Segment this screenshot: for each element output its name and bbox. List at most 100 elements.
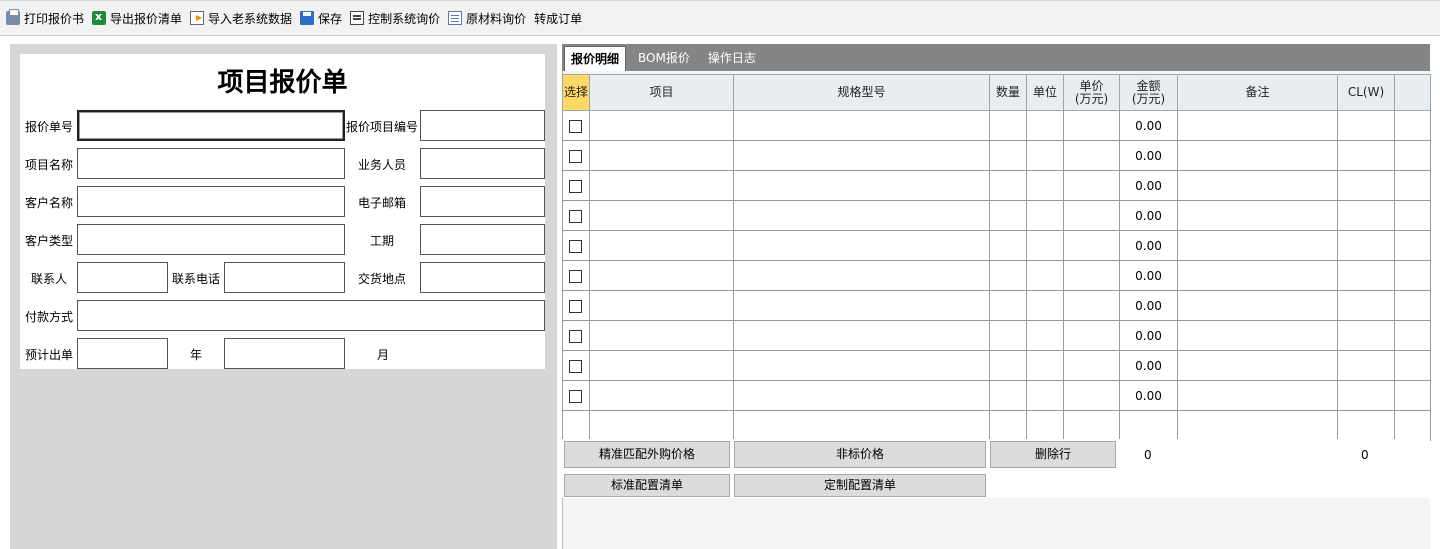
amount-cell[interactable]: 0.00 [1119, 140, 1178, 171]
remark-cell[interactable] [1177, 350, 1338, 381]
column-header-cl[interactable]: CL(W) [1337, 74, 1395, 111]
unit-price-cell[interactable] [1063, 140, 1120, 171]
column-header-unit-price[interactable]: 单价 (万元) [1063, 74, 1120, 111]
export-quote-list-button[interactable]: 导出报价清单 [92, 7, 182, 29]
remark-cell[interactable] [1177, 380, 1338, 411]
spec-cell[interactable] [733, 200, 990, 231]
extra-cell[interactable] [1394, 380, 1431, 411]
print-quote-button[interactable]: 打印报价书 [6, 7, 84, 29]
table-row[interactable]: 0.00 [562, 170, 1431, 201]
cl-cell[interactable] [1337, 230, 1395, 261]
amount-cell[interactable]: 0.00 [1119, 170, 1178, 201]
remark-cell[interactable] [1177, 320, 1338, 351]
item-cell[interactable] [589, 260, 734, 291]
table-row[interactable]: 0.00 [562, 260, 1431, 291]
extra-cell[interactable] [1394, 230, 1431, 261]
select-cell[interactable] [562, 410, 590, 441]
table-row[interactable]: 0.00 [562, 140, 1431, 171]
qty-cell[interactable] [989, 140, 1027, 171]
table-row[interactable]: 0.00 [562, 380, 1431, 411]
expected-order-month-field[interactable] [224, 338, 345, 369]
standard-config-button[interactable]: 标准配置清单 [564, 474, 730, 497]
qty-cell[interactable] [989, 230, 1027, 261]
amount-cell[interactable]: 0.00 [1119, 320, 1178, 351]
save-button[interactable]: 保存 [300, 7, 342, 29]
delete-row-button[interactable]: 删除行 [990, 441, 1116, 468]
qty-cell[interactable] [989, 350, 1027, 381]
item-cell[interactable] [589, 200, 734, 231]
cl-cell[interactable] [1337, 200, 1395, 231]
amount-cell[interactable]: 0.00 [1119, 380, 1178, 411]
spec-cell[interactable] [733, 380, 990, 411]
unit-cell[interactable] [1026, 200, 1064, 231]
row-checkbox[interactable] [569, 209, 582, 223]
unit-cell[interactable] [1026, 320, 1064, 351]
unit-cell[interactable] [1026, 170, 1064, 201]
item-cell[interactable] [589, 140, 734, 171]
unit-price-cell[interactable] [1063, 410, 1120, 441]
spec-cell[interactable] [733, 260, 990, 291]
row-checkbox[interactable] [569, 359, 582, 373]
column-header-spec[interactable]: 规格型号 [733, 74, 990, 111]
remark-cell[interactable] [1177, 290, 1338, 321]
extra-cell[interactable] [1394, 110, 1431, 141]
unit-cell[interactable] [1026, 290, 1064, 321]
select-cell[interactable] [562, 320, 590, 351]
payment-field[interactable] [77, 300, 545, 331]
nonstandard-price-button[interactable]: 非标价格 [734, 441, 986, 468]
select-cell[interactable] [562, 290, 590, 321]
column-header-qty[interactable]: 数量 [989, 74, 1027, 111]
table-row[interactable]: 0.00 [562, 230, 1431, 261]
amount-cell[interactable] [1119, 410, 1178, 441]
remark-cell[interactable] [1177, 110, 1338, 141]
row-checkbox[interactable] [569, 329, 582, 343]
spec-cell[interactable] [733, 140, 990, 171]
item-cell[interactable] [589, 230, 734, 261]
row-checkbox[interactable] [569, 179, 582, 193]
row-checkbox[interactable] [569, 389, 582, 403]
item-cell[interactable] [589, 290, 734, 321]
item-cell[interactable] [589, 320, 734, 351]
table-row[interactable]: 0.00 [562, 320, 1431, 351]
item-cell[interactable] [589, 110, 734, 141]
table-row[interactable]: 0.00 [562, 290, 1431, 321]
delivery-place-field[interactable] [420, 262, 545, 293]
table-row[interactable]: 0.00 [562, 110, 1431, 141]
cl-cell[interactable] [1337, 350, 1395, 381]
amount-cell[interactable]: 0.00 [1119, 260, 1178, 291]
column-header-unit[interactable]: 单位 [1026, 74, 1064, 111]
unit-price-cell[interactable] [1063, 260, 1120, 291]
cl-cell[interactable] [1337, 410, 1395, 441]
tab-operation-log[interactable]: 操作日志 [702, 46, 762, 71]
unit-price-cell[interactable] [1063, 110, 1120, 141]
unit-cell[interactable] [1026, 110, 1064, 141]
extra-cell[interactable] [1394, 170, 1431, 201]
spec-cell[interactable] [733, 350, 990, 381]
unit-price-cell[interactable] [1063, 290, 1120, 321]
unit-price-cell[interactable] [1063, 380, 1120, 411]
contact-phone-field[interactable] [224, 262, 345, 293]
select-cell[interactable] [562, 230, 590, 261]
tab-bom-quote[interactable]: BOM报价 [632, 46, 696, 71]
remark-cell[interactable] [1177, 170, 1338, 201]
qty-cell[interactable] [989, 380, 1027, 411]
convert-to-order-button[interactable]: 转成订单 [534, 7, 582, 29]
qty-cell[interactable] [989, 290, 1027, 321]
remark-cell[interactable] [1177, 410, 1338, 441]
table-row[interactable]: 0.00 [562, 200, 1431, 231]
extra-cell[interactable] [1394, 260, 1431, 291]
item-cell[interactable] [589, 380, 734, 411]
qty-cell[interactable] [989, 200, 1027, 231]
unit-cell[interactable] [1026, 230, 1064, 261]
item-cell[interactable] [589, 350, 734, 381]
unit-cell[interactable] [1026, 410, 1064, 441]
table-row[interactable] [562, 410, 1431, 441]
duration-field[interactable] [420, 224, 545, 255]
qty-cell[interactable] [989, 410, 1027, 441]
column-header-remark[interactable]: 备注 [1177, 74, 1338, 111]
unit-cell[interactable] [1026, 380, 1064, 411]
unit-cell[interactable] [1026, 350, 1064, 381]
quote-project-no-field[interactable] [420, 110, 545, 141]
expected-order-year-field[interactable] [77, 338, 168, 369]
tab-quote-detail[interactable]: 报价明细 [564, 46, 627, 71]
